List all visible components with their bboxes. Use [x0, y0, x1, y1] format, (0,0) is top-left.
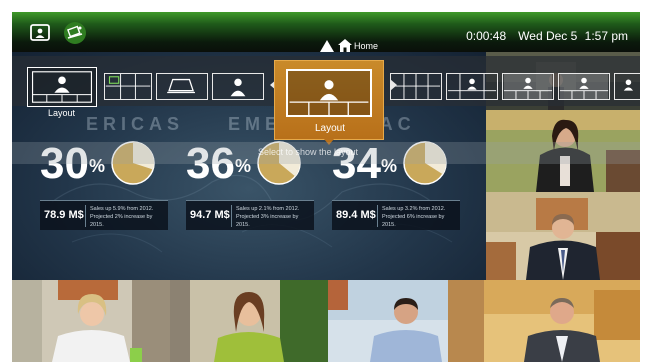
stat-money: 78.9 M$: [44, 209, 84, 221]
call-timer: 0:00:48: [466, 29, 507, 43]
layout-popup-preview: [286, 69, 372, 117]
layout-option-current[interactable]: [27, 67, 97, 107]
stat-summary: 94.7 M$ Sales up 2.1% from 2012. Projecte…: [186, 200, 314, 230]
divider: [231, 205, 232, 227]
region-americas: ERICAS: [86, 114, 185, 134]
video-tile-participant-woman-2[interactable]: [12, 280, 170, 362]
layout-option-more[interactable]: [614, 73, 640, 100]
layout-popup[interactable]: Layout: [274, 60, 384, 140]
video-conference-screen: 0:00:48 Wed Dec 5 1:57 pm ERICAS EMEA PAC…: [12, 12, 640, 362]
hint-text: Select to show the layout: [258, 147, 359, 157]
screen-icon[interactable]: [29, 22, 51, 44]
hint-bar: Select to show the layout: [12, 142, 640, 164]
home-label: Home: [354, 41, 379, 51]
stat-money: 89.4 M$: [336, 209, 376, 221]
stat-money: 94.7 M$: [190, 209, 230, 221]
layout-option-single-speaker[interactable]: [212, 73, 264, 100]
video-tile-participant-man-3[interactable]: [484, 280, 640, 362]
home-icon: [338, 39, 352, 52]
layout-current-label: Layout: [48, 108, 76, 118]
region-labels: ERICAS EMEA PAC: [12, 114, 486, 138]
layout-option-presentation-pip[interactable]: [156, 73, 208, 100]
layout-option-speaker-equal[interactable]: [558, 73, 610, 100]
stat-note: Sales up 2.1% from 2012. Projected 3% inc…: [236, 206, 300, 228]
layout-popup-label: Layout: [314, 123, 346, 134]
video-tile-participant-woman-3[interactable]: [170, 280, 328, 362]
date-text: Wed Dec 5: [518, 29, 578, 43]
up-arrow-icon: [320, 40, 334, 52]
clock: 0:00:48 Wed Dec 5 1:57 pm: [454, 29, 628, 43]
stat-note: Sales up 5.9% from 2012. Projected 2% inc…: [90, 206, 154, 228]
share-icon[interactable]: [64, 22, 86, 44]
divider: [85, 205, 86, 227]
divider: [377, 205, 378, 227]
stat-summary: 89.4 M$ Sales up 3.2% from 2012. Projecte…: [332, 200, 460, 230]
stat-note: Sales up 3.2% from 2012. Projected 6% inc…: [382, 206, 446, 228]
scroll-right-arrow-icon[interactable]: [390, 79, 397, 91]
video-tile-participant-man-2[interactable]: [328, 280, 484, 362]
stat-summary: 78.9 M$ Sales up 5.9% from 2012. Projecte…: [40, 200, 168, 230]
layout-option-overlay[interactable]: [502, 73, 554, 100]
layout-option-presentation-grid[interactable]: [104, 73, 152, 100]
layout-option-speaker-grid[interactable]: [446, 73, 498, 100]
time-text: 1:57 pm: [584, 29, 628, 43]
layout-option-grid-4[interactable]: [390, 73, 442, 100]
video-tile-participant-man-1[interactable]: [486, 192, 640, 280]
